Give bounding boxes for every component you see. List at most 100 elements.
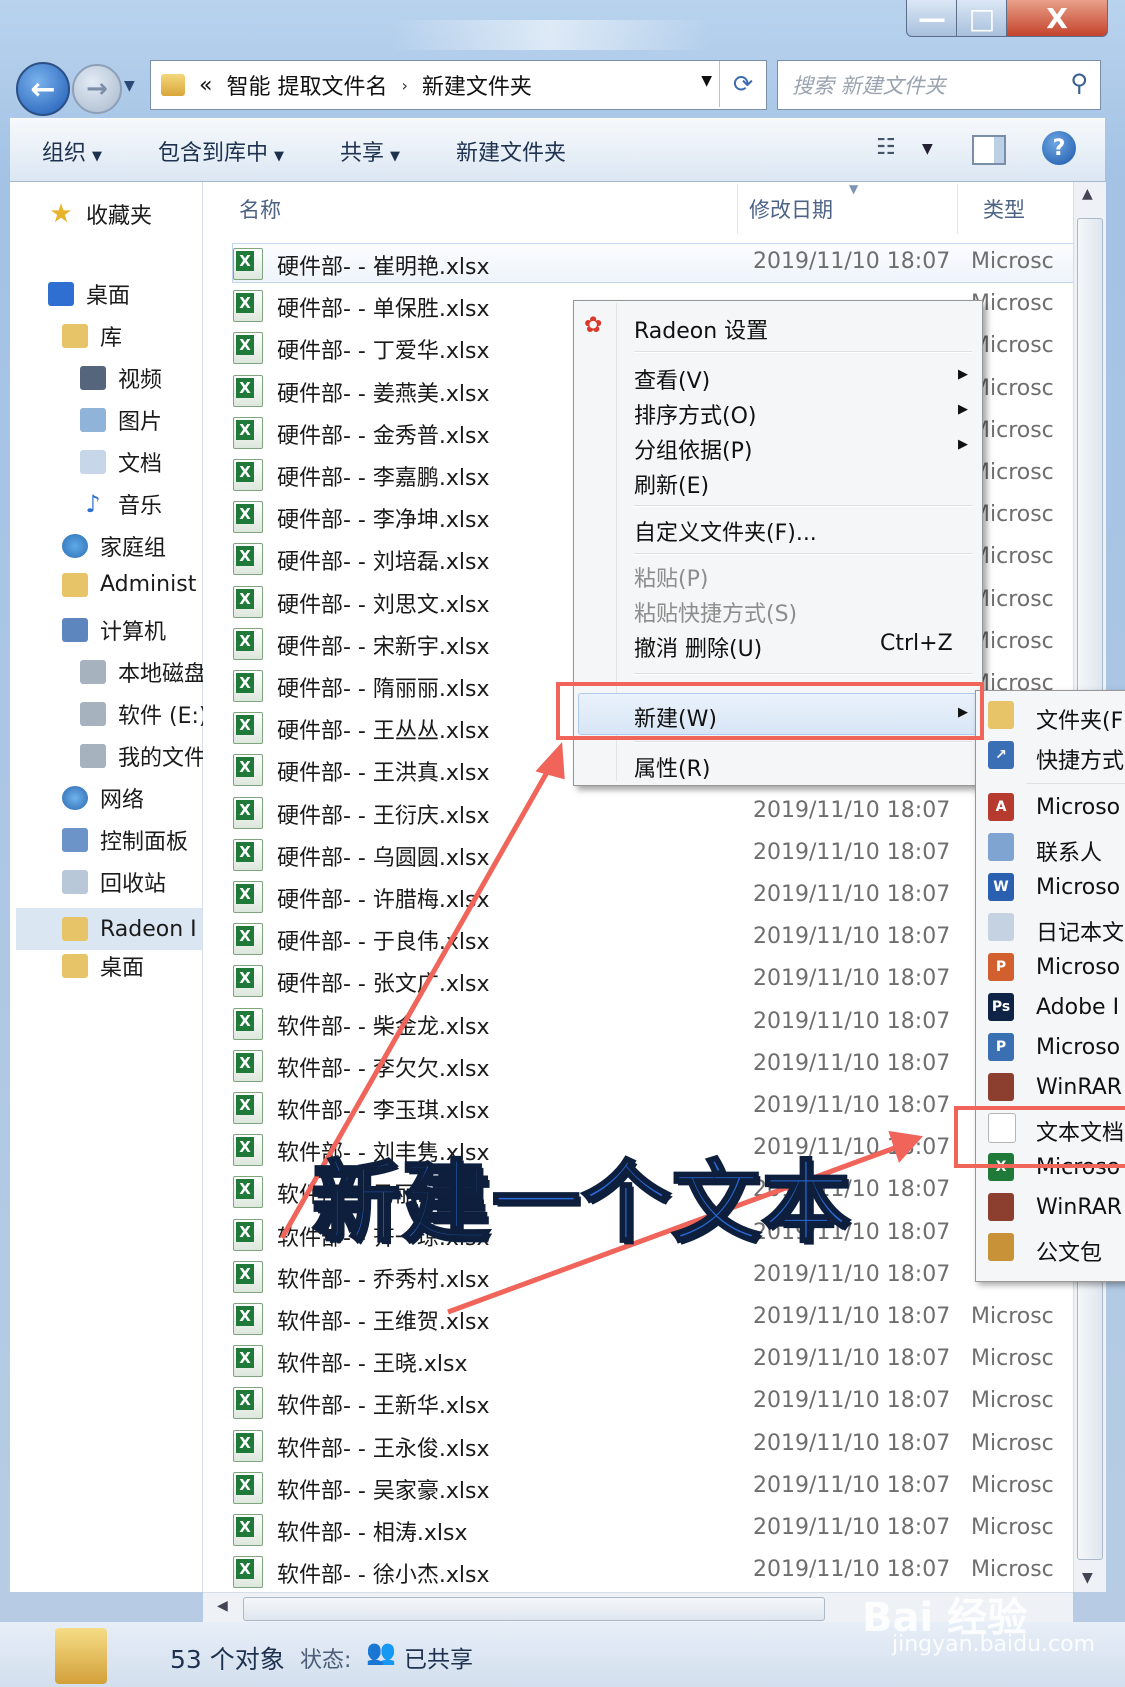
scrollbar-thumb[interactable] — [243, 1597, 825, 1621]
file-row[interactable]: 软件部- - 相涛.xlsx 2019/11/10 18:07 Microsc — [233, 1510, 1073, 1548]
breadcrumb-separator[interactable]: › — [401, 76, 407, 95]
file-name: 软件部- - 吴家豪.xlsx — [277, 1478, 490, 1504]
file-name: 硬件部- - 隋丽丽.xlsx — [277, 677, 490, 702]
share-menu[interactable]: 共享 ▼ — [340, 135, 400, 167]
sidebar-item-library[interactable]: 库 — [62, 320, 122, 352]
scroll-up-icon[interactable]: ▲ — [1082, 186, 1093, 202]
scroll-left-icon[interactable]: ◀ — [217, 1598, 228, 1614]
breadcrumb-current[interactable]: 新建文件夹 — [422, 69, 532, 101]
sidebar-item-desktop[interactable]: 桌面 — [48, 278, 130, 310]
back-button[interactable]: ← — [16, 62, 70, 116]
maximize-button[interactable]: □ — [956, 0, 1008, 37]
file-row[interactable]: 硬件部- - 张文广.xlsx 2019/11/10 18:07 — [233, 961, 1073, 999]
view-dropdown-icon[interactable]: ▼ — [922, 141, 933, 157]
sidebar-item-radeon[interactable]: Radeon I — [16, 908, 202, 950]
view-options-icon[interactable]: ☷ — [876, 135, 896, 160]
word-icon: W — [988, 873, 1014, 901]
file-row[interactable]: 硬件部- - 许腊梅.xlsx 2019/11/10 18:07 — [233, 877, 1073, 915]
file-type: Microsc — [971, 375, 1054, 401]
sidebar-item-favorites[interactable]: ★ 收藏夹 — [48, 198, 152, 230]
file-row[interactable]: 软件部- - 吴家豪.xlsx 2019/11/10 18:07 Microsc — [233, 1468, 1073, 1506]
explorer-window: — □ X ← → ▼ « 智能 提取文件名 › 新建文件夹 ▼ ⟳ 搜索 新建… — [0, 0, 1125, 1687]
menu-item-customize-folder[interactable]: 自定义文件夹(F)... — [634, 515, 817, 547]
include-in-library-menu[interactable]: 包含到库中 ▼ — [158, 135, 284, 167]
menu-item-undo-delete[interactable]: 撤消 删除(U) — [634, 631, 762, 663]
sidebar-item-computer[interactable]: 计算机 — [62, 614, 166, 646]
menu-item-group-by[interactable]: 分组依据(P) — [634, 433, 752, 465]
scroll-down-icon[interactable]: ▼ — [1082, 1570, 1093, 1586]
new-folder-button[interactable]: 新建文件夹 — [456, 135, 566, 167]
file-type: Microsc — [971, 628, 1054, 654]
submenu-item-winrar-zip[interactable]: WinRAR — [1036, 1195, 1122, 1220]
file-name: 软件部- - 相涛.xlsx — [277, 1521, 468, 1546]
minimize-button[interactable]: — — [906, 0, 958, 37]
forward-button[interactable]: → — [72, 64, 122, 114]
menu-separator — [634, 505, 972, 507]
sidebar-item-administrator[interactable]: Administ — [62, 572, 196, 597]
submenu-item-microsoft-publisher[interactable]: Microso — [1036, 1035, 1120, 1060]
column-header-type[interactable]: 类型 — [983, 182, 1025, 236]
recent-pages-dropdown[interactable]: ▼ — [124, 78, 135, 94]
preview-pane-icon[interactable] — [972, 135, 1006, 165]
close-button[interactable]: X — [1006, 0, 1108, 37]
sidebar-item-network[interactable]: 网络 — [62, 782, 144, 814]
search-icon[interactable]: ⚲ — [1070, 69, 1088, 97]
help-icon[interactable]: ? — [1042, 131, 1076, 165]
submenu-item-journal[interactable]: 日记本文 — [1036, 915, 1124, 947]
address-dropdown-icon[interactable]: ▼ — [701, 73, 712, 89]
sidebar-item-my-files[interactable]: 我的文件 — [80, 740, 206, 772]
submenu-item-briefcase[interactable]: 公文包 — [1036, 1235, 1102, 1267]
menu-item-radeon-settings[interactable]: Radeon 设置 — [634, 313, 768, 345]
file-row[interactable]: 软件部- - 王永俊.xlsx 2019/11/10 18:07 Microsc — [233, 1426, 1073, 1464]
menu-item-view[interactable]: 查看(V) — [634, 363, 964, 395]
sidebar-item-software-drive[interactable]: 软件 (E:) — [80, 698, 207, 730]
sidebar-item-pictures[interactable]: 图片 — [80, 404, 162, 436]
file-name: 硬件部- - 崔明艳.xlsx — [277, 255, 490, 280]
file-row[interactable]: 硬件部- - 乌圆圆.xlsx 2019/11/10 18:07 — [233, 835, 1073, 873]
submenu-item-adobe[interactable]: Adobe I — [1036, 995, 1119, 1020]
column-header-name[interactable]: 名称 — [239, 182, 281, 236]
column-divider[interactable] — [957, 184, 958, 234]
file-row[interactable]: 硬件部- - 崔明艳.xlsx 2019/11/10 18:07 Microsc — [232, 243, 1073, 283]
sidebar-item-videos[interactable]: 视频 — [80, 362, 162, 394]
organize-menu[interactable]: 组织 ▼ — [42, 135, 102, 167]
excel-file-icon — [233, 290, 263, 323]
excel-file-icon — [233, 965, 263, 998]
search-input[interactable]: 搜索 新建文件夹 ⚲ — [777, 60, 1101, 110]
submenu-item-microsoft-word[interactable]: Microso — [1036, 875, 1120, 900]
file-row[interactable]: 软件部- - 王维贺.xlsx 2019/11/10 18:07 Microsc — [233, 1299, 1073, 1337]
submenu-arrow-icon: ▶ — [958, 367, 968, 382]
submenu-item-microsoft-powerpoint[interactable]: Microso — [1036, 955, 1120, 980]
address-bar[interactable]: « 智能 提取文件名 › 新建文件夹 ▼ ⟳ — [150, 60, 767, 110]
file-row[interactable]: 软件部- - 乔秀村.xlsx 2019/11/10 18:07 — [233, 1257, 1073, 1295]
submenu-item-shortcut[interactable]: 快捷方式 — [1036, 743, 1124, 775]
file-name: 软件部- - 王晓.xlsx — [277, 1352, 468, 1378]
file-row[interactable]: 软件部- - 李玉琪.xlsx 2019/11/10 18:07 — [233, 1088, 1073, 1126]
state-value: 已共享 — [404, 1647, 473, 1673]
column-header-date[interactable]: 修改日期 — [749, 182, 833, 236]
file-row[interactable]: 硬件部- - 于良伟.xlsx 2019/11/10 18:07 — [233, 919, 1073, 957]
menu-item-properties[interactable]: 属性(R) — [634, 751, 710, 783]
submenu-item-contact[interactable]: 联系人 — [1036, 835, 1102, 867]
file-row[interactable]: 软件部- - 柴金龙.xlsx 2019/11/10 18:07 — [233, 1004, 1073, 1042]
file-row[interactable]: 硬件部- - 王衍庆.xlsx 2019/11/10 18:07 — [233, 793, 1073, 831]
column-divider[interactable] — [737, 184, 738, 234]
file-row[interactable]: 软件部- - 王晓.xlsx 2019/11/10 18:07 Microsc — [233, 1341, 1073, 1379]
file-row[interactable]: 软件部- - 王新华.xlsx 2019/11/10 18:07 Microsc — [233, 1383, 1073, 1421]
sidebar-item-music[interactable]: ♪ 音乐 — [80, 488, 162, 520]
menu-item-sort-by[interactable]: 排序方式(O) — [634, 398, 756, 430]
excel-file-icon — [233, 1092, 263, 1124]
menu-item-refresh[interactable]: 刷新(E) — [634, 468, 709, 500]
sidebar-item-control-panel[interactable]: 控制面板 — [62, 824, 188, 856]
file-row[interactable]: 软件部- - 李欠欠.xlsx 2019/11/10 18:07 — [233, 1046, 1073, 1084]
breadcrumb-parent[interactable]: 智能 提取文件名 — [226, 69, 387, 101]
submenu-item-folder[interactable]: 文件夹(F — [1036, 703, 1123, 735]
submenu-item-winrar[interactable]: WinRAR — [1036, 1075, 1122, 1100]
sidebar-item-documents[interactable]: 文档 — [80, 446, 162, 478]
sidebar-item-recycle-bin[interactable]: 回收站 — [62, 866, 166, 898]
sidebar-item-homegroup[interactable]: 家庭组 — [62, 530, 166, 562]
sidebar-item-desktop-folder[interactable]: 桌面 — [62, 950, 144, 982]
submenu-item-microsoft-access[interactable]: Microso — [1036, 795, 1120, 820]
sidebar-item-local-disk[interactable]: 本地磁盘 — [80, 656, 206, 688]
refresh-icon[interactable]: ⟳ — [719, 61, 766, 107]
